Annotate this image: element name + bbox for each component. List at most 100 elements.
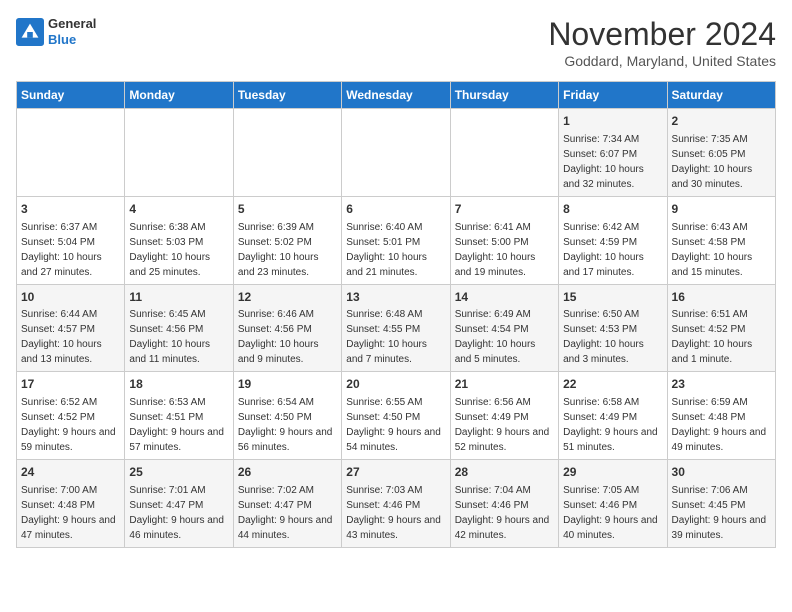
day-info: Sunrise: 6:43 AM Sunset: 4:58 PM Dayligh…	[672, 222, 753, 278]
day-info: Sunrise: 6:46 AM Sunset: 4:56 PM Dayligh…	[238, 309, 319, 365]
day-info: Sunrise: 7:35 AM Sunset: 6:05 PM Dayligh…	[672, 134, 753, 190]
day-info: Sunrise: 6:39 AM Sunset: 5:02 PM Dayligh…	[238, 222, 319, 278]
calendar-cell: 7 Sunrise: 6:41 AM Sunset: 5:00 PM Daylig…	[450, 196, 558, 284]
day-info: Sunrise: 7:02 AM Sunset: 4:47 PM Dayligh…	[238, 485, 333, 541]
calendar-cell: 3 Sunrise: 6:37 AM Sunset: 5:04 PM Daylig…	[17, 196, 125, 284]
calendar-cell: 25 Sunrise: 7:01 AM Sunset: 4:47 PM Dayli…	[125, 460, 233, 548]
day-info: Sunrise: 6:58 AM Sunset: 4:49 PM Dayligh…	[563, 397, 658, 453]
calendar-cell: 24Sunrise: 7:00 AM Sunset: 4:48 PM Dayli…	[17, 460, 125, 548]
day-info: Sunrise: 7:05 AM Sunset: 4:46 PM Dayligh…	[563, 485, 658, 541]
week-row-4: 24Sunrise: 7:00 AM Sunset: 4:48 PM Dayli…	[17, 460, 776, 548]
calendar-cell: 8 Sunrise: 6:42 AM Sunset: 4:59 PM Daylig…	[559, 196, 667, 284]
day-number: 5	[238, 201, 337, 218]
day-number: 28	[455, 464, 554, 481]
day-number: 10	[21, 289, 120, 306]
calendar-cell: 11Sunrise: 6:45 AM Sunset: 4:56 PM Dayli…	[125, 284, 233, 372]
calendar-cell	[17, 109, 125, 197]
calendar-cell: 29 Sunrise: 7:05 AM Sunset: 4:46 PM Dayli…	[559, 460, 667, 548]
day-number: 19	[238, 376, 337, 393]
day-info: Sunrise: 6:51 AM Sunset: 4:52 PM Dayligh…	[672, 309, 753, 365]
week-row-2: 10Sunrise: 6:44 AM Sunset: 4:57 PM Dayli…	[17, 284, 776, 372]
day-number: 30	[672, 464, 771, 481]
day-info: Sunrise: 7:06 AM Sunset: 4:45 PM Dayligh…	[672, 485, 767, 541]
calendar-cell	[233, 109, 341, 197]
calendar-cell: 27 Sunrise: 7:03 AM Sunset: 4:46 PM Dayli…	[342, 460, 450, 548]
week-row-1: 3 Sunrise: 6:37 AM Sunset: 5:04 PM Daylig…	[17, 196, 776, 284]
location: Goddard, Maryland, United States	[548, 53, 776, 69]
title-block: November 2024 Goddard, Maryland, United …	[548, 16, 776, 69]
day-number: 7	[455, 201, 554, 218]
day-header-friday: Friday	[559, 82, 667, 109]
day-info: Sunrise: 6:52 AM Sunset: 4:52 PM Dayligh…	[21, 397, 116, 453]
calendar-cell: 5 Sunrise: 6:39 AM Sunset: 5:02 PM Daylig…	[233, 196, 341, 284]
day-number: 29	[563, 464, 662, 481]
calendar-cell	[125, 109, 233, 197]
day-info: Sunrise: 7:01 AM Sunset: 4:47 PM Dayligh…	[129, 485, 224, 541]
day-number: 4	[129, 201, 228, 218]
calendar-cell: 23Sunrise: 6:59 AM Sunset: 4:48 PM Dayli…	[667, 372, 775, 460]
calendar-cell: 1Sunrise: 7:34 AM Sunset: 6:07 PM Daylig…	[559, 109, 667, 197]
day-info: Sunrise: 6:37 AM Sunset: 5:04 PM Dayligh…	[21, 222, 102, 278]
day-number: 16	[672, 289, 771, 306]
day-number: 13	[346, 289, 445, 306]
day-info: Sunrise: 6:59 AM Sunset: 4:48 PM Dayligh…	[672, 397, 767, 453]
day-info: Sunrise: 6:38 AM Sunset: 5:03 PM Dayligh…	[129, 222, 210, 278]
calendar-cell: 9 Sunrise: 6:43 AM Sunset: 4:58 PM Daylig…	[667, 196, 775, 284]
day-number: 17	[21, 376, 120, 393]
calendar-cell: 13Sunrise: 6:48 AM Sunset: 4:55 PM Dayli…	[342, 284, 450, 372]
calendar-cell: 6 Sunrise: 6:40 AM Sunset: 5:01 PM Daylig…	[342, 196, 450, 284]
day-number: 22	[563, 376, 662, 393]
day-number: 20	[346, 376, 445, 393]
calendar-cell: 2 Sunrise: 7:35 AM Sunset: 6:05 PM Daylig…	[667, 109, 775, 197]
day-number: 27	[346, 464, 445, 481]
calendar-cell: 28Sunrise: 7:04 AM Sunset: 4:46 PM Dayli…	[450, 460, 558, 548]
week-row-0: 1Sunrise: 7:34 AM Sunset: 6:07 PM Daylig…	[17, 109, 776, 197]
calendar-cell: 21Sunrise: 6:56 AM Sunset: 4:49 PM Dayli…	[450, 372, 558, 460]
logo-icon	[16, 18, 44, 46]
calendar-cell: 19 Sunrise: 6:54 AM Sunset: 4:50 PM Dayli…	[233, 372, 341, 460]
day-info: Sunrise: 7:03 AM Sunset: 4:46 PM Dayligh…	[346, 485, 441, 541]
day-header-tuesday: Tuesday	[233, 82, 341, 109]
day-header-wednesday: Wednesday	[342, 82, 450, 109]
month-title: November 2024	[548, 16, 776, 53]
day-number: 2	[672, 113, 771, 130]
calendar-cell	[450, 109, 558, 197]
calendar-cell: 4 Sunrise: 6:38 AM Sunset: 5:03 PM Daylig…	[125, 196, 233, 284]
day-info: Sunrise: 6:56 AM Sunset: 4:49 PM Dayligh…	[455, 397, 550, 453]
calendar-cell: 10Sunrise: 6:44 AM Sunset: 4:57 PM Dayli…	[17, 284, 125, 372]
day-number: 3	[21, 201, 120, 218]
calendar-cell: 20 Sunrise: 6:55 AM Sunset: 4:50 PM Dayli…	[342, 372, 450, 460]
day-header-monday: Monday	[125, 82, 233, 109]
day-info: Sunrise: 6:41 AM Sunset: 5:00 PM Dayligh…	[455, 222, 536, 278]
calendar-cell: 15Sunrise: 6:50 AM Sunset: 4:53 PM Dayli…	[559, 284, 667, 372]
day-number: 9	[672, 201, 771, 218]
day-number: 6	[346, 201, 445, 218]
day-number: 8	[563, 201, 662, 218]
calendar-body: 1Sunrise: 7:34 AM Sunset: 6:07 PM Daylig…	[17, 109, 776, 548]
day-info: Sunrise: 6:55 AM Sunset: 4:50 PM Dayligh…	[346, 397, 441, 453]
day-info: Sunrise: 7:34 AM Sunset: 6:07 PM Dayligh…	[563, 134, 644, 190]
day-info: Sunrise: 6:50 AM Sunset: 4:53 PM Dayligh…	[563, 309, 644, 365]
day-info: Sunrise: 6:40 AM Sunset: 5:01 PM Dayligh…	[346, 222, 427, 278]
logo-text: General Blue	[48, 16, 96, 47]
day-header-saturday: Saturday	[667, 82, 775, 109]
day-info: Sunrise: 6:53 AM Sunset: 4:51 PM Dayligh…	[129, 397, 224, 453]
day-number: 25	[129, 464, 228, 481]
calendar-cell: 30 Sunrise: 7:06 AM Sunset: 4:45 PM Dayli…	[667, 460, 775, 548]
calendar-cell: 18 Sunrise: 6:53 AM Sunset: 4:51 PM Dayli…	[125, 372, 233, 460]
day-number: 12	[238, 289, 337, 306]
page-header: General Blue November 2024 Goddard, Mary…	[16, 16, 776, 69]
calendar-cell	[342, 109, 450, 197]
logo: General Blue	[16, 16, 96, 47]
calendar-cell: 17 Sunrise: 6:52 AM Sunset: 4:52 PM Dayli…	[17, 372, 125, 460]
week-row-3: 17 Sunrise: 6:52 AM Sunset: 4:52 PM Dayli…	[17, 372, 776, 460]
calendar-cell: 16 Sunrise: 6:51 AM Sunset: 4:52 PM Dayli…	[667, 284, 775, 372]
day-info: Sunrise: 6:54 AM Sunset: 4:50 PM Dayligh…	[238, 397, 333, 453]
calendar-cell: 22 Sunrise: 6:58 AM Sunset: 4:49 PM Dayli…	[559, 372, 667, 460]
day-header-sunday: Sunday	[17, 82, 125, 109]
calendar-cell: 12 Sunrise: 6:46 AM Sunset: 4:56 PM Dayli…	[233, 284, 341, 372]
calendar: SundayMondayTuesdayWednesdayThursdayFrid…	[16, 81, 776, 548]
day-info: Sunrise: 6:42 AM Sunset: 4:59 PM Dayligh…	[563, 222, 644, 278]
calendar-cell: 26Sunrise: 7:02 AM Sunset: 4:47 PM Dayli…	[233, 460, 341, 548]
day-number: 18	[129, 376, 228, 393]
